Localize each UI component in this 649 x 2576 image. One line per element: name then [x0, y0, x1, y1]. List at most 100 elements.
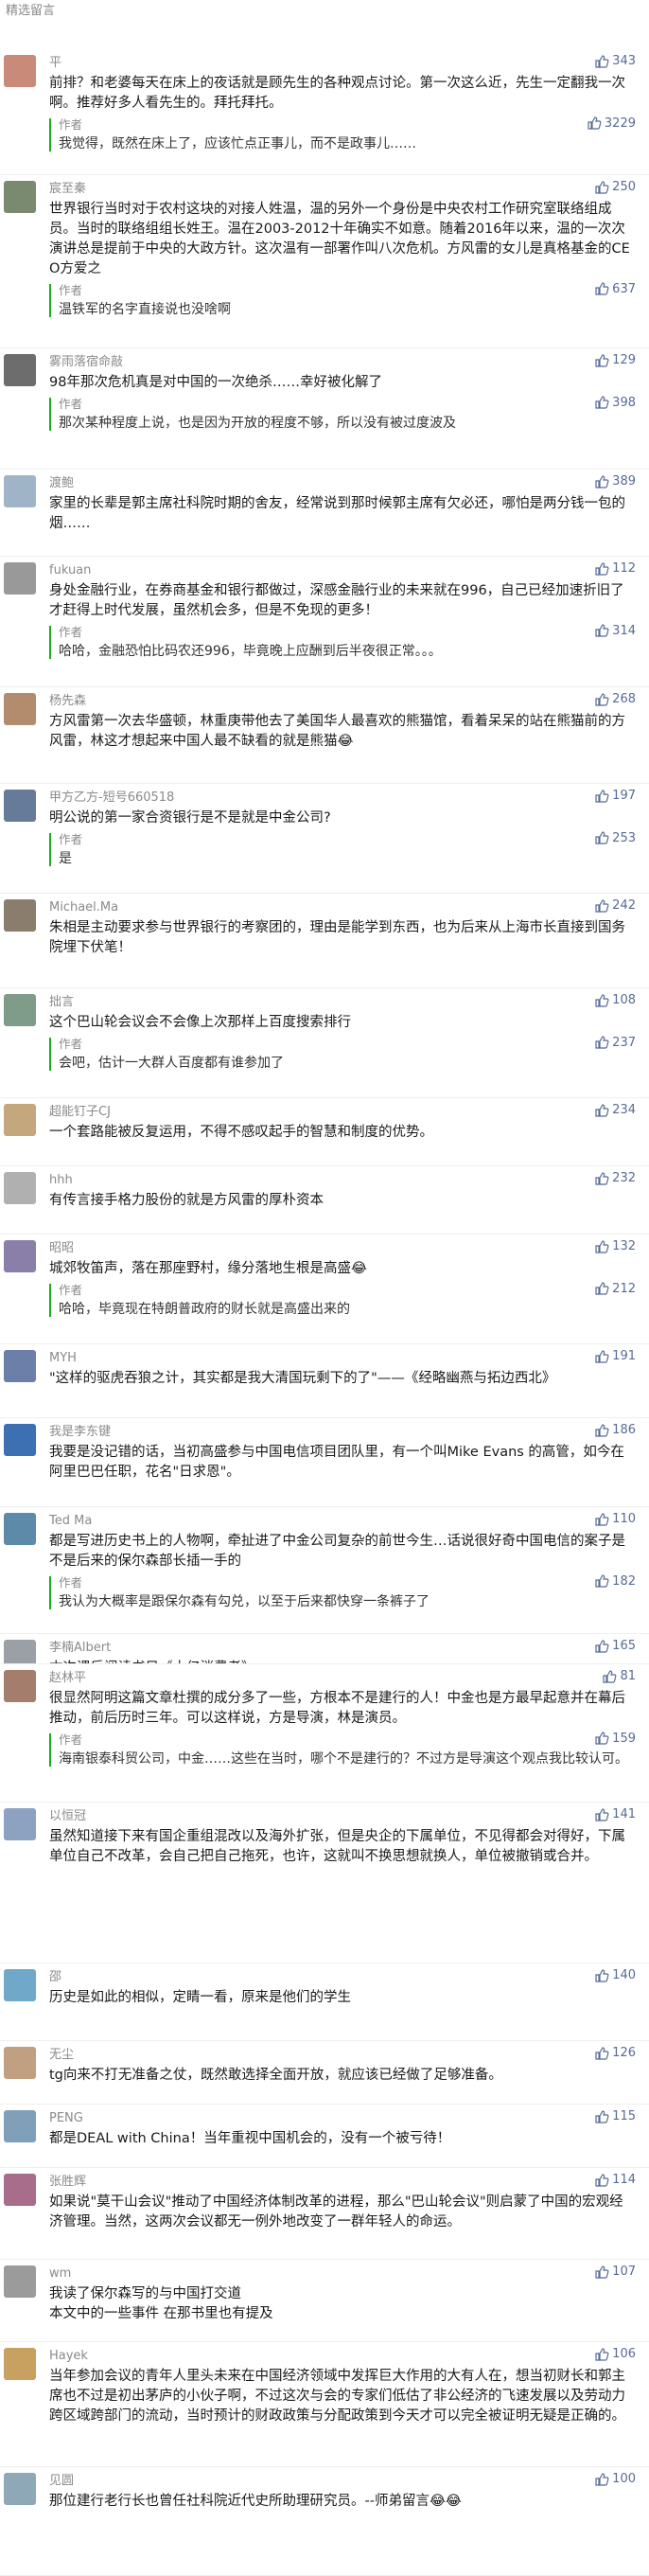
avatar[interactable]: [4, 475, 36, 507]
thumbs-up-icon: [594, 1968, 609, 1983]
comment-item: 杨先森 268 方风雷第一次去华盛顿，林重庚带他去了美国华人最喜欢的熊猫馆，看着呆呆…: [0, 687, 649, 784]
like-button[interactable]: 268: [594, 687, 636, 712]
avatar[interactable]: [4, 2047, 36, 2079]
comment-header: 张胜辉 114: [49, 2168, 636, 2193]
like-button[interactable]: 132: [594, 1235, 636, 1259]
avatar[interactable]: [4, 2348, 36, 2380]
like-button[interactable]: 106: [594, 2342, 636, 2367]
avatar[interactable]: [4, 899, 36, 932]
reply-like-button[interactable]: 253: [594, 830, 636, 845]
comment-item: fukuan 112 身处金融行业，在券商基金和银行都做过，深感金融行业的未来就在9…: [0, 557, 649, 687]
like-count: 110: [612, 1512, 636, 1526]
comment-item: 以恒冠 141 虽然知道接下来有国企重组混改以及海外扩张，但是央企的下属单位，不见得…: [0, 1803, 649, 1963]
avatar[interactable]: [4, 2473, 36, 2505]
avatar[interactable]: [4, 2110, 36, 2142]
commenter-name: 宸至秦: [49, 182, 87, 196]
like-button[interactable]: 250: [594, 175, 636, 200]
like-button[interactable]: 234: [594, 1098, 636, 1123]
avatar[interactable]: [4, 994, 36, 1026]
thumbs-up-icon: [594, 1239, 609, 1254]
avatar[interactable]: [4, 1104, 36, 1136]
comment-item: 宸至秦 250 世界银行当时对于农村这块的对接人姓温，温的另外一个身份是中央农村工作…: [0, 175, 649, 348]
comment-header: 我是李东键 186: [49, 1418, 636, 1443]
like-button[interactable]: 141: [594, 1803, 636, 1827]
avatar[interactable]: [4, 1808, 36, 1840]
avatar[interactable]: [4, 1640, 36, 1663]
like-button[interactable]: 108: [594, 988, 636, 1013]
avatar[interactable]: [4, 2174, 36, 2206]
commenter-name: 张胜辉: [49, 2175, 87, 2189]
avatar[interactable]: [4, 181, 36, 213]
comment-item: wm 107 我读了保尔森写的与中国打交道 本文中的一些事件 在那书里也有提及: [0, 2260, 649, 2342]
avatar[interactable]: [4, 1513, 36, 1545]
like-button[interactable]: 343: [594, 49, 636, 74]
comment-header: 拙言 108: [49, 988, 636, 1013]
like-button[interactable]: 126: [594, 2041, 636, 2066]
avatar[interactable]: [4, 790, 36, 822]
like-button[interactable]: 129: [594, 348, 636, 373]
reply-like-button[interactable]: 182: [594, 1573, 636, 1589]
comment-header: 邵 140: [49, 1963, 636, 1988]
avatar[interactable]: [4, 562, 36, 595]
like-button[interactable]: 242: [594, 894, 636, 918]
reply-like-button[interactable]: 314: [594, 623, 636, 638]
avatar[interactable]: [4, 1424, 36, 1456]
thumbs-up-icon: [594, 1349, 609, 1364]
commenter-name: Hayek: [49, 2349, 88, 2363]
author-reply: 作者 314 哈哈，金融恐怕比码农还996，毕竟晚上应酬到后半夜很正常。。。: [49, 623, 636, 662]
like-button[interactable]: 389: [594, 470, 636, 494]
reply-like-button[interactable]: 3229: [587, 115, 636, 131]
thumbs-up-icon: [594, 2472, 609, 2487]
like-button[interactable]: 232: [594, 1166, 636, 1191]
comment-item: 甲方乙方-短号660518 197 明公说的第一家合资银行是不是就是中金公司? 作者 2…: [0, 784, 649, 894]
reply-like-button[interactable]: 212: [594, 1281, 636, 1296]
like-button[interactable]: 165: [594, 1634, 636, 1659]
avatar[interactable]: [4, 2265, 36, 2298]
like-button[interactable]: 186: [594, 1418, 636, 1443]
reply-like-count: 212: [612, 1281, 636, 1296]
avatar[interactable]: [4, 1350, 36, 1382]
like-button[interactable]: 197: [594, 784, 636, 808]
thumbs-up-icon: [594, 180, 609, 195]
like-button[interactable]: 115: [594, 2105, 636, 2129]
comment-item: Hayek 106 当年参加会议的青年人里头未来在中国经济领域中发挥巨大作用的大有人…: [0, 2342, 649, 2467]
thumbs-up-icon: [594, 2046, 609, 2061]
comment-header: 平 343: [49, 49, 636, 74]
like-count: 242: [612, 898, 636, 913]
like-button[interactable]: 110: [594, 1507, 636, 1532]
thumbs-up-icon: [594, 395, 609, 410]
like-button[interactable]: 114: [594, 2168, 636, 2193]
thumbs-up-icon: [594, 281, 609, 296]
author-tag: 作者: [59, 625, 83, 639]
avatar[interactable]: [4, 354, 36, 386]
like-button[interactable]: 107: [594, 2260, 636, 2284]
like-button[interactable]: 81: [602, 1664, 636, 1689]
avatar[interactable]: [4, 1670, 36, 1702]
avatar[interactable]: [4, 693, 36, 725]
avatar[interactable]: [4, 1969, 36, 2001]
reply-like-button[interactable]: 237: [594, 1035, 636, 1050]
like-count: 112: [612, 561, 636, 576]
reply-like-button[interactable]: 398: [594, 395, 636, 410]
like-button[interactable]: 191: [594, 1344, 636, 1369]
reply-like-button[interactable]: 637: [594, 281, 636, 296]
avatar[interactable]: [4, 1172, 36, 1204]
commenter-name: 无尘: [49, 2048, 75, 2062]
like-button[interactable]: 112: [594, 557, 636, 581]
comment-header: 赵林平 81: [49, 1664, 636, 1689]
reply-like-count: 182: [612, 1573, 636, 1589]
reply-text: 那次某种程度上说，也是因为开放的程度不够，所以没有被过度波及: [59, 416, 456, 431]
comment-item: 邵 140 历史是如此的相似，定睛一看，原来是他们的学生: [0, 1963, 649, 2041]
comment-header: 昭昭 132: [49, 1235, 636, 1259]
like-button[interactable]: 100: [594, 2467, 636, 2492]
like-count: 81: [620, 1669, 636, 1683]
like-count: 234: [612, 1103, 636, 1117]
avatar[interactable]: [4, 55, 36, 87]
commenter-name: Ted Ma: [49, 1514, 93, 1528]
like-button[interactable]: 140: [594, 1963, 636, 1988]
reply-like-button[interactable]: 159: [594, 1731, 636, 1746]
thumbs-up-icon: [594, 1035, 609, 1050]
like-count: 268: [612, 692, 636, 706]
avatar[interactable]: [4, 1240, 36, 1272]
comment-header: MYH 191: [49, 1344, 636, 1369]
